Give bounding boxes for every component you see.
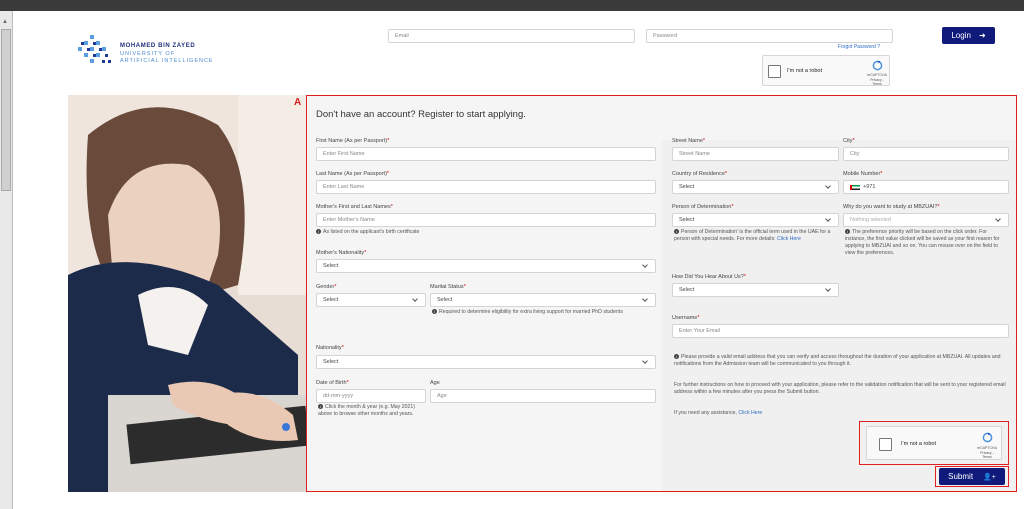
determination-note: i Person of Determination' is the officia…: [674, 229, 831, 242]
mother-nationality-label: Mother's Nationality*: [316, 250, 367, 256]
country-label: Country of Residence*: [672, 171, 728, 177]
city-input[interactable]: City: [843, 147, 1009, 161]
mother-name-note: i As listed on the applicant's birth cert…: [316, 229, 419, 236]
nationality-label: Nationality*: [316, 345, 344, 351]
gender-label: Gender*: [316, 284, 337, 290]
recaptcha-label: I'm not a robot: [901, 441, 936, 447]
mobile-country-code: +971: [863, 184, 876, 190]
login-email-input[interactable]: Email: [388, 29, 635, 43]
determination-click-here-link[interactable]: Click Here: [777, 236, 801, 242]
login-button-label: Login: [951, 31, 971, 40]
hear-about-select[interactable]: Select: [672, 283, 839, 297]
recaptcha-label: I'm not a robot: [787, 68, 822, 74]
marital-status-select[interactable]: Select: [430, 293, 656, 307]
first-name-label: First Name (As per Passport)*: [316, 138, 390, 144]
gender-value: Select: [323, 297, 339, 303]
age-label: Age: [430, 380, 440, 386]
country-select[interactable]: Select: [672, 180, 839, 194]
forgot-password-link[interactable]: Forgot Password ?: [838, 44, 880, 50]
info-icon: i: [845, 229, 850, 235]
uae-flag-icon[interactable]: [850, 184, 860, 190]
photo-illustration: [68, 95, 308, 492]
determination-select[interactable]: Select: [672, 213, 839, 227]
login-recaptcha[interactable]: I'm not a robot reCAPTCHA Privacy - Term…: [762, 55, 890, 86]
logo-line-3: ARTIFICIAL INTELLIGENCE: [120, 58, 214, 64]
email-note: i Please provide a valid email address th…: [674, 354, 1001, 367]
why-study-label: Why do you want to study at MBZUAI?*: [843, 204, 940, 210]
login-button[interactable]: Login ➜: [942, 27, 995, 44]
form-heading: Don't have an account? Register to start…: [316, 109, 526, 120]
street-label: Street Name*: [672, 138, 706, 144]
add-user-icon: 👤+: [983, 473, 996, 481]
username-label: Username*: [672, 315, 700, 321]
recaptcha-brand: reCAPTCHA: [867, 73, 887, 77]
info-icon: i: [674, 354, 679, 360]
marital-status-note: i Required to determine eligibility for e…: [432, 309, 652, 316]
mobile-input[interactable]: +971: [843, 180, 1009, 194]
form-recaptcha[interactable]: I'm not a robot reCAPTCHA Privacy - Term…: [866, 426, 1002, 460]
country-value: Select: [679, 184, 695, 190]
browser-top-bar: [0, 0, 1024, 11]
last-name-input[interactable]: Enter Last Name: [316, 180, 656, 194]
hear-about-label: How Did You Hear About Us?*: [672, 274, 746, 280]
recaptcha-icon: [872, 60, 883, 71]
determination-value: Select: [679, 217, 695, 223]
why-study-select[interactable]: Nothing selected: [843, 213, 1009, 227]
mother-nationality-select[interactable]: Select: [316, 259, 656, 273]
determination-label: Person of Determination*: [672, 204, 734, 210]
marital-status-value: Select: [437, 297, 453, 303]
scroll-up-icon[interactable]: ▲: [2, 19, 8, 25]
why-study-note: i The preference priority will be based o…: [845, 229, 1000, 256]
username-input[interactable]: Enter Your Email: [672, 324, 1009, 338]
instructions-note: For further instructions on how to proce…: [674, 382, 1006, 395]
nationality-value: Select: [323, 359, 339, 365]
submit-button-label: Submit: [948, 472, 974, 481]
info-icon: i: [432, 309, 437, 315]
street-input[interactable]: Street Name: [672, 147, 839, 161]
recaptcha-icon: [982, 432, 993, 443]
why-study-value: Nothing selected: [850, 217, 891, 223]
scrollbar[interactable]: ▲: [0, 11, 13, 509]
last-name-label: Last Name (As per Passport)*: [316, 171, 390, 177]
recaptcha-brand: reCAPTCHA: [977, 446, 997, 450]
hear-about-value: Select: [679, 287, 695, 293]
age-input[interactable]: Age: [430, 389, 656, 403]
marital-status-label: Marital Status*: [430, 284, 466, 290]
city-label: City*: [843, 138, 855, 144]
sign-in-icon: ➜: [978, 31, 986, 40]
recaptcha-checkbox[interactable]: [879, 438, 892, 451]
info-icon: i: [318, 404, 323, 410]
hero-photo: [68, 95, 308, 492]
gender-select[interactable]: Select: [316, 293, 426, 307]
recaptcha-links: Privacy - Terms: [870, 78, 884, 86]
logo-mark-icon: [78, 35, 111, 63]
mother-name-label: Mother's First and Last Names*: [316, 204, 393, 210]
info-icon: i: [316, 229, 321, 235]
mobile-label: Mobile Number*: [843, 171, 883, 177]
first-name-input[interactable]: Enter First Name: [316, 147, 656, 161]
info-icon: i: [674, 229, 679, 235]
recaptcha-links: Privacy - Terms: [980, 451, 994, 459]
mother-name-input[interactable]: Enter Mother's Name: [316, 213, 656, 227]
submit-button[interactable]: Submit 👤+: [939, 468, 1005, 485]
logo-line-1: MOHAMED BIN ZAYED: [120, 43, 196, 49]
nationality-select[interactable]: Select: [316, 355, 656, 369]
mother-nationality-value: Select: [323, 263, 339, 269]
scrollbar-thumb[interactable]: [1, 29, 11, 191]
assistance-click-here-link[interactable]: Click Here: [738, 410, 762, 416]
dob-input[interactable]: dd-mm-yyyy: [316, 389, 426, 403]
login-password-input[interactable]: Password: [646, 29, 893, 43]
recaptcha-checkbox[interactable]: [768, 65, 781, 78]
logo-line-2: UNIVERSITY OF: [120, 51, 176, 57]
dob-note: i Click the month & year (e.g. May 2021) …: [318, 404, 415, 417]
assistance-note: If you need any assistance, Click Here: [674, 410, 763, 416]
logo[interactable]: MOHAMED BIN ZAYED UNIVERSITY OF ARTIFICI…: [76, 33, 226, 73]
dob-label: Date of Birth*: [316, 380, 349, 386]
annotation-a: A: [294, 97, 302, 108]
